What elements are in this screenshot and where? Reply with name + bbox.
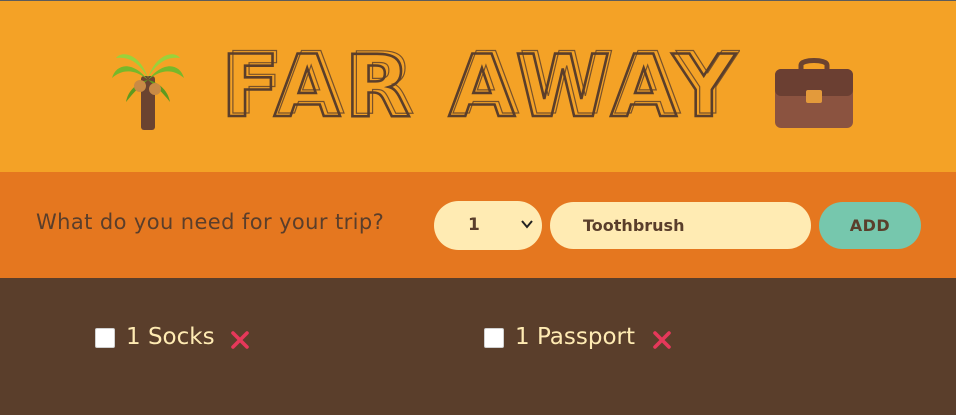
app-title-stripe: FAR AWAY [225,42,740,127]
close-icon[interactable] [230,330,250,350]
add-button[interactable]: ADD [819,202,921,249]
app-title: FAR AWAY FAR AWAY [220,42,740,127]
close-icon[interactable] [652,330,672,350]
item-input[interactable]: Toothbrush [550,202,811,249]
chevron-down-icon [521,220,533,229]
briefcase-icon [775,58,853,128]
quantity-select-value: 1 [468,215,480,235]
item-input-value: Toothbrush [583,216,685,235]
item-label: 1 Passport [515,324,635,350]
packed-checkbox[interactable] [95,328,115,348]
packed-checkbox[interactable] [484,328,504,348]
quantity-select[interactable]: 1 [434,201,542,250]
palm-tree-icon [112,54,184,130]
form-question: What do you need for your trip? [36,210,385,234]
item-label: 1 Socks [126,324,215,350]
